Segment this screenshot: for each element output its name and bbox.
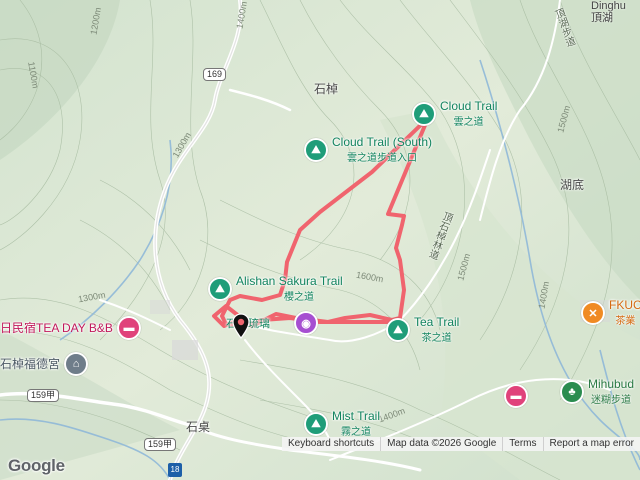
- poi-name: 日民宿TEA DAY B&B: [0, 320, 113, 335]
- poi-cloud-trail[interactable]: ⛰ Cloud Trail 雲之道: [412, 100, 497, 128]
- place-label-shizhao: 石棹: [314, 82, 339, 96]
- poi-name: Alishan Sakura Trail: [236, 274, 343, 288]
- place-label-hudi: 湖底: [560, 178, 585, 192]
- map-canvas[interactable]: 1200m 1400m 1100m 1300m 1300m 1500m 1500…: [0, 0, 640, 480]
- hiking-icon: ⛰: [386, 318, 410, 342]
- terms-link[interactable]: Terms: [502, 437, 542, 451]
- road-shield-159a-south: 159甲: [144, 438, 177, 451]
- poi-alishan-sakura-trail[interactable]: ⛰ Alishan Sakura Trail 櫻之道: [208, 275, 343, 303]
- terrain-layer: [0, 0, 640, 480]
- poi-fkuc[interactable]: ✕ FKUC 茶業: [581, 299, 640, 327]
- highway-shield-18: 18: [168, 463, 182, 477]
- map-data-label: Map data ©2026 Google: [380, 437, 502, 451]
- poi-name: Cloud Trail: [440, 99, 498, 113]
- poi-name: 石棹福德宮: [0, 356, 61, 371]
- poi-name: FKUC: [609, 298, 640, 312]
- hiking-icon: ⛰: [208, 277, 232, 301]
- attribution-bar: Keyboard shortcuts Map data ©2026 Google…: [281, 437, 640, 451]
- road-shield-169: 169: [203, 68, 227, 81]
- poi-name: Mihubud: [588, 377, 635, 391]
- poi-hotel[interactable]: ▬: [504, 384, 528, 408]
- food-icon: ✕: [581, 301, 605, 325]
- poi-subname: 迷糊步道: [591, 395, 632, 406]
- place-label-dinghu-en: Dinghu: [591, 0, 626, 12]
- poi-mist-trail[interactable]: ⛰ Mist Trail 霧之道: [304, 410, 380, 438]
- poi-name: Mist Trail: [332, 409, 380, 423]
- poi-name: Cloud Trail (South): [332, 135, 433, 149]
- road-shield-159a: 159甲: [27, 389, 60, 402]
- poi-subname: 茶之道: [421, 333, 452, 344]
- poi-subname: 茶業: [615, 316, 636, 327]
- poi-subname: 雲之道步道入口: [347, 153, 418, 164]
- hiking-icon: ⛰: [304, 412, 328, 436]
- keyboard-shortcuts-link[interactable]: Keyboard shortcuts: [282, 437, 380, 451]
- poi-mihubud[interactable]: ♣ Mihubud 迷糊步道: [560, 378, 634, 406]
- poi-subname: 櫻之道: [284, 292, 314, 303]
- hiking-icon: ⛰: [412, 102, 436, 126]
- google-logo: Google: [8, 456, 65, 475]
- camera-icon: ◉: [294, 311, 318, 335]
- temple-icon: ⌂: [64, 352, 89, 376]
- poi-subname: 霧之道: [341, 427, 371, 438]
- poi-tea-trail[interactable]: ⛰ Tea Trail 茶之道: [386, 316, 459, 344]
- hiking-icon: ⛰: [304, 138, 328, 162]
- report-error-link[interactable]: Report a map error: [542, 437, 640, 451]
- place-label-shizhuo: 石桌: [186, 420, 211, 434]
- poi-cloud-trail-south[interactable]: ⛰ Cloud Trail (South) 雲之道步道入口: [304, 136, 432, 164]
- poi-temple[interactable]: ⌂ 石棹福德宮: [0, 352, 89, 376]
- place-label-dinghu: Dinghu 頂湖: [591, 0, 626, 24]
- lodging-icon: ▬: [504, 384, 528, 408]
- poi-subname: 雲之道: [453, 117, 484, 128]
- poi-name: Tea Trail: [414, 315, 460, 329]
- park-icon: ♣: [560, 380, 584, 404]
- lodging-icon: ▬: [116, 316, 141, 340]
- place-label-dinghu-zh: 頂湖: [591, 12, 613, 24]
- poi-photo-spot[interactable]: ◉: [294, 311, 318, 335]
- poi-tea-day-bnb[interactable]: ▬ 日民宿TEA DAY B&B: [0, 316, 141, 340]
- start-marker-icon[interactable]: [232, 313, 250, 344]
